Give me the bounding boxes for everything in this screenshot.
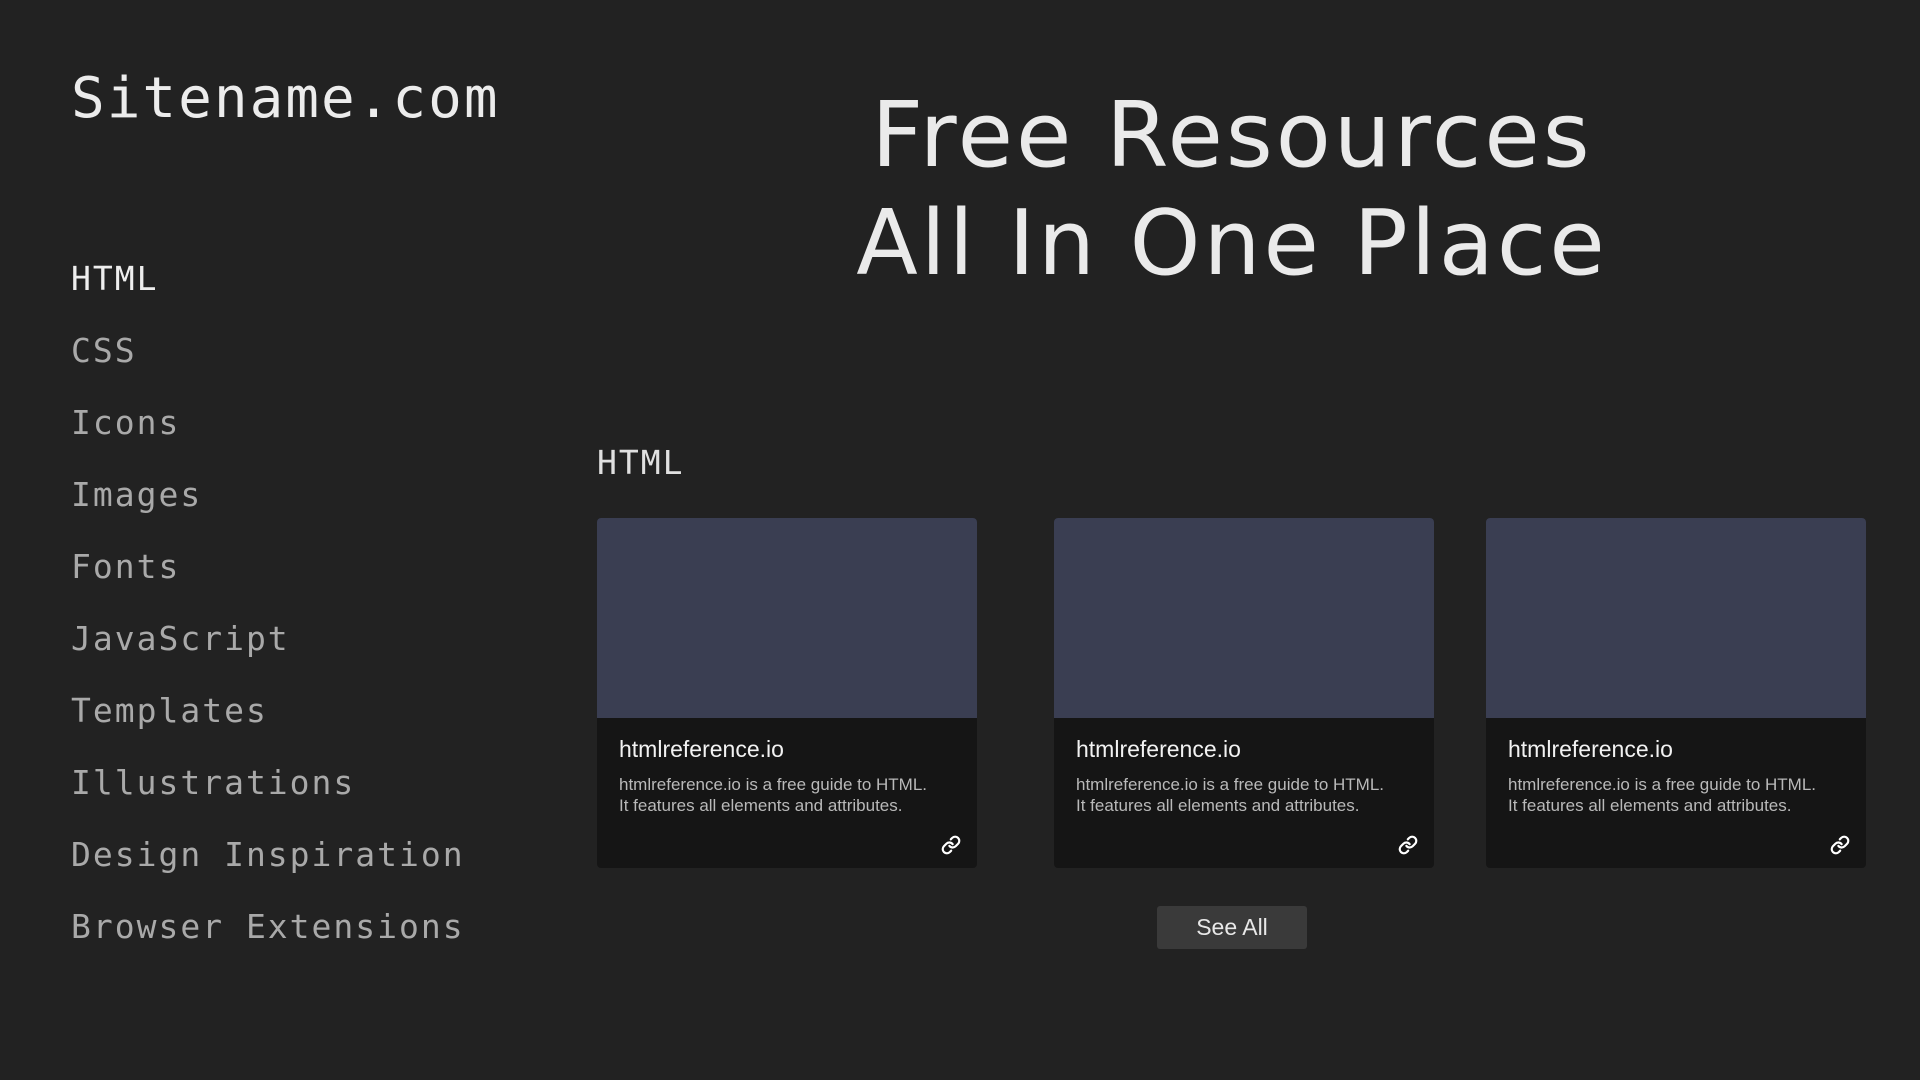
sidebar-item-icons[interactable]: Icons [71,399,465,471]
card-description: htmlreference.io is a free guide to HTML… [1076,774,1426,816]
resource-card[interactable]: htmlreference.io htmlreference.io is a f… [597,518,977,868]
card-thumbnail [597,518,977,718]
sidebar-item-design-inspiration[interactable]: Design Inspiration [71,831,465,903]
sidebar-item-images[interactable]: Images [71,471,465,543]
sidebar-item-illustrations[interactable]: Illustrations [71,759,465,831]
sidebar-item-browser-extensions[interactable]: Browser Extensions [71,903,465,975]
resource-card[interactable]: htmlreference.io htmlreference.io is a f… [1486,518,1866,868]
card-title: htmlreference.io [1076,736,1241,762]
card-description-line: It features all elements and attributes. [1508,796,1792,815]
sidebar-nav: HTML CSS Icons Images Fonts JavaScript T… [71,255,465,975]
card-title: htmlreference.io [619,736,784,762]
see-all-button[interactable]: See All [1157,906,1307,949]
link-icon[interactable] [941,835,961,855]
card-thumbnail [1054,518,1434,718]
resource-card[interactable]: htmlreference.io htmlreference.io is a f… [1054,518,1434,868]
card-description-line: htmlreference.io is a free guide to HTML… [1076,775,1385,794]
sidebar-item-templates[interactable]: Templates [71,687,465,759]
card-title: htmlreference.io [1508,736,1673,762]
sidebar-item-html[interactable]: HTML [71,255,465,327]
sidebar-item-fonts[interactable]: Fonts [71,543,465,615]
card-description-line: htmlreference.io is a free guide to HTML… [619,775,928,794]
link-icon[interactable] [1398,835,1418,855]
sidebar-item-javascript[interactable]: JavaScript [71,615,465,687]
card-description: htmlreference.io is a free guide to HTML… [619,774,969,816]
hero-line-2: All In One Place [856,191,1608,296]
card-description-line: It features all elements and attributes. [1076,796,1360,815]
card-description-line: htmlreference.io is a free guide to HTML… [1508,775,1817,794]
hero-heading: Free Resources All In One Place [600,82,1864,298]
section-title: HTML [597,443,685,482]
card-description-line: It features all elements and attributes. [619,796,903,815]
hero-line-1: Free Resources [871,83,1593,188]
sidebar-item-css[interactable]: CSS [71,327,465,399]
card-description: htmlreference.io is a free guide to HTML… [1508,774,1858,816]
link-icon[interactable] [1830,835,1850,855]
card-thumbnail [1486,518,1866,718]
site-logo[interactable]: Sitename.com [71,66,500,131]
